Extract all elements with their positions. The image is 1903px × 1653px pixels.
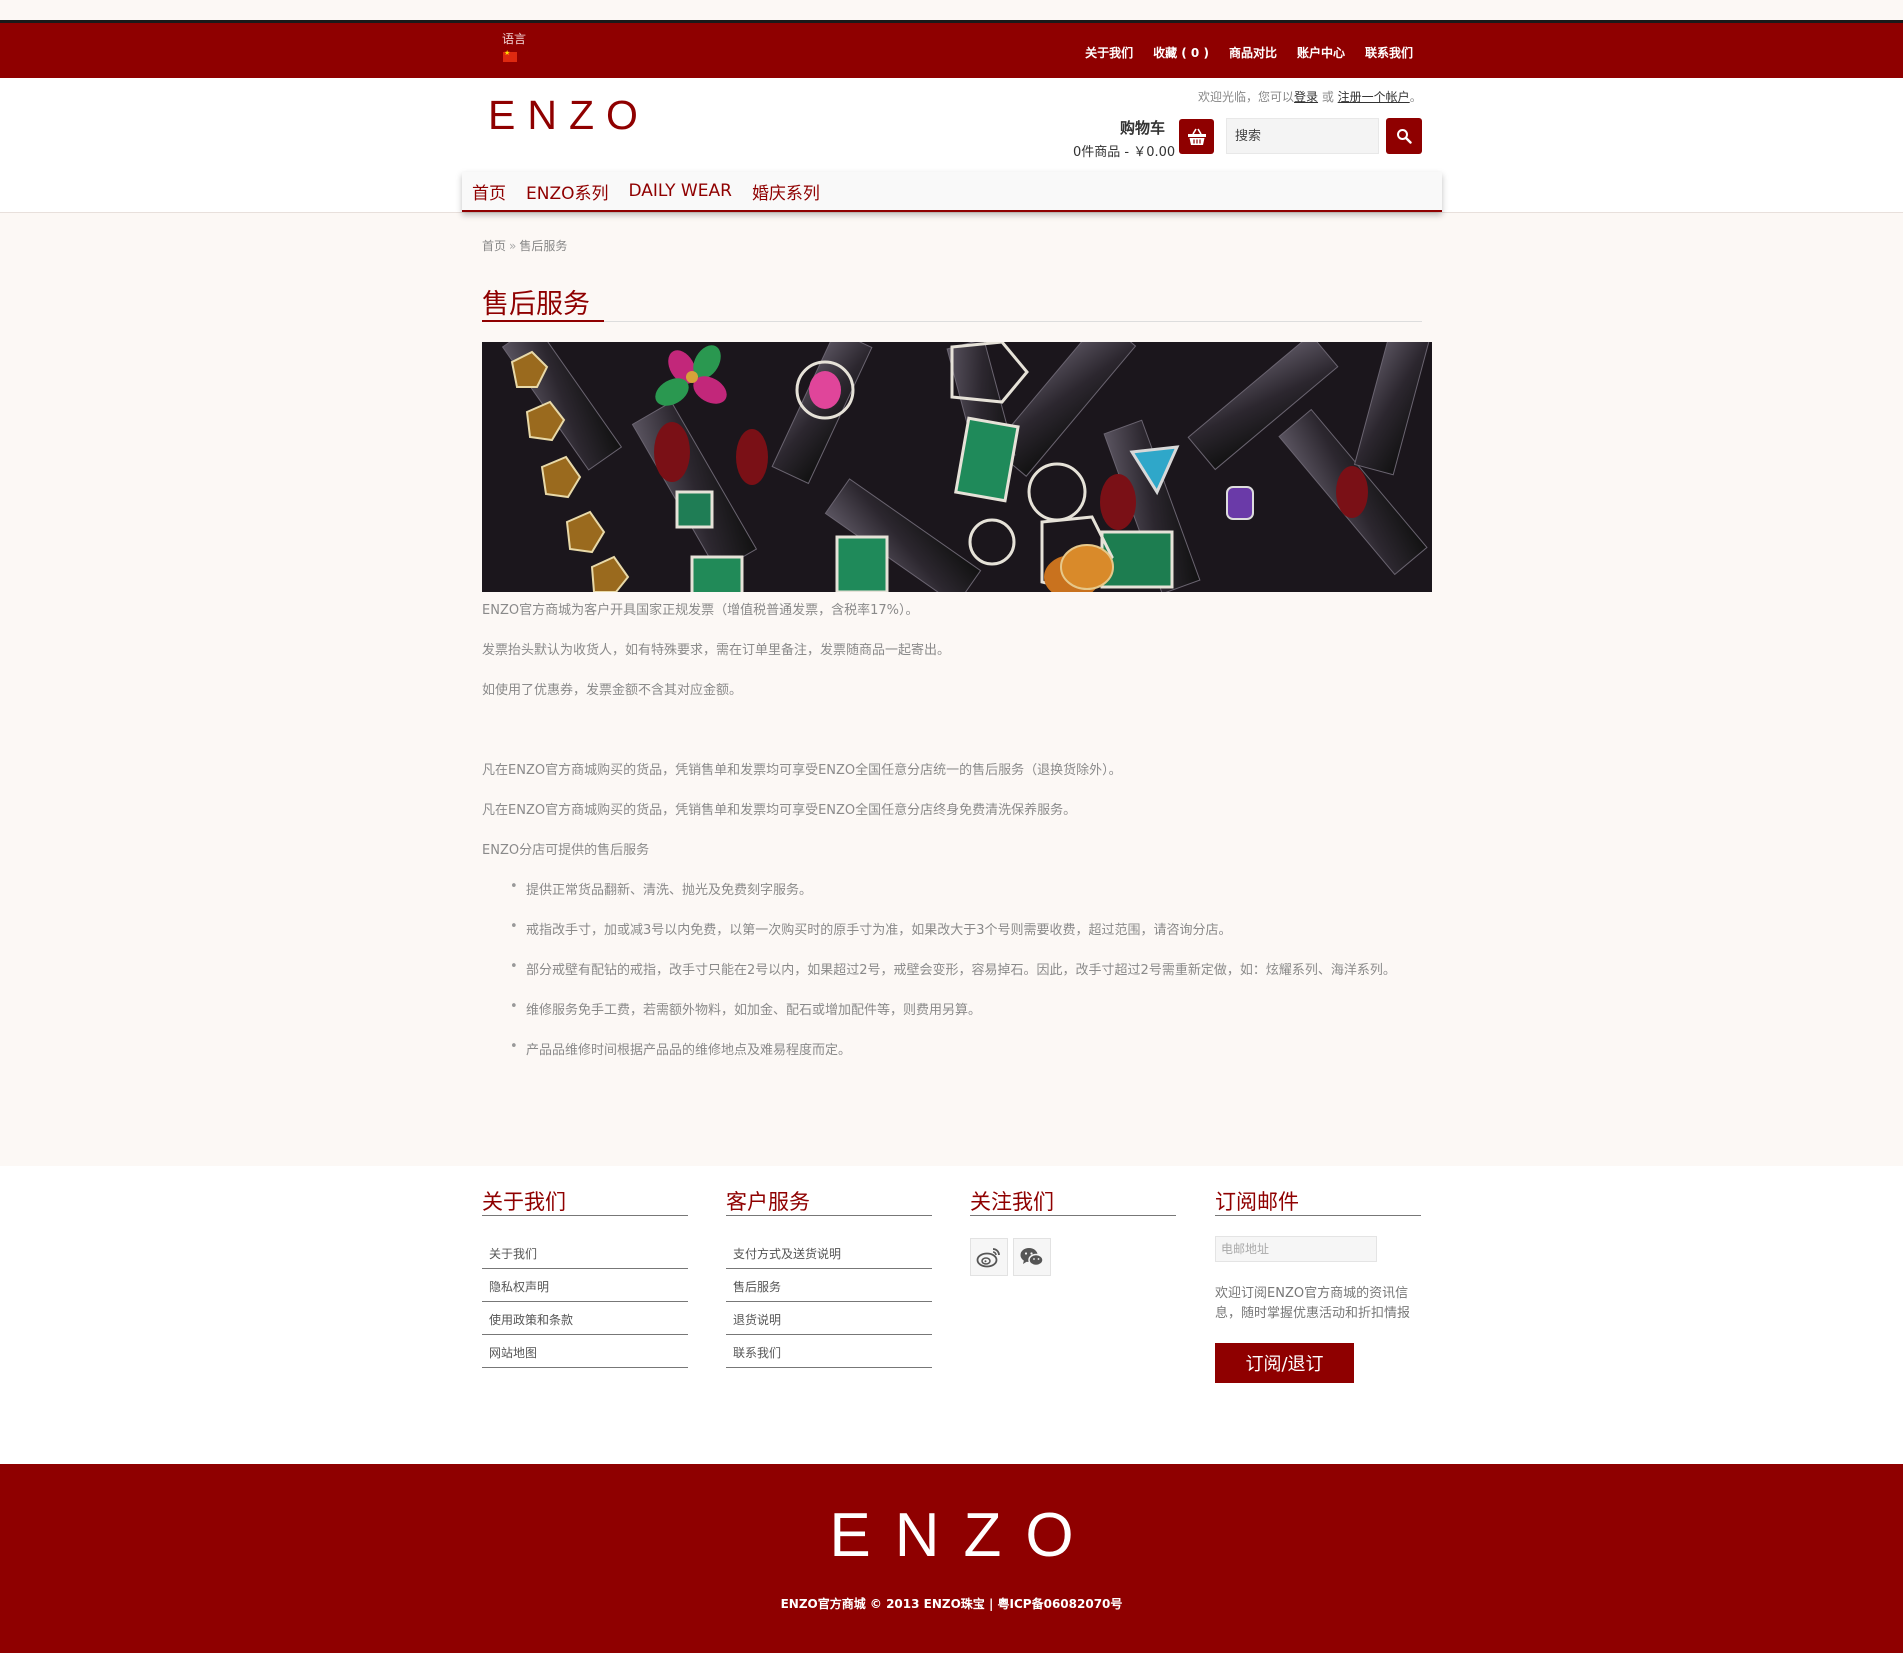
cart-title[interactable]: 购物车: [1120, 117, 1165, 138]
register-link[interactable]: 注册一个帐户: [1338, 90, 1410, 104]
cart-summary[interactable]: 0件商品 - ￥0.00: [1073, 141, 1175, 160]
footer-link-after-sales[interactable]: 售后服务: [733, 1278, 781, 1295]
welcome-or: 或: [1318, 90, 1338, 104]
footer-divider: [726, 1215, 932, 1216]
title-underline: [482, 320, 604, 322]
footer-link-returns[interactable]: 退货说明: [733, 1311, 781, 1328]
content-paragraph: ENZO分店可提供的售后服务: [482, 843, 650, 858]
footer-divider: [482, 1268, 688, 1269]
top-link-compare[interactable]: 商品对比: [1229, 44, 1277, 61]
top-link-account[interactable]: 账户中心: [1297, 44, 1345, 61]
breadcrumb-home[interactable]: 首页: [482, 239, 506, 253]
title-divider: [482, 321, 1422, 322]
weibo-icon: [976, 1248, 1000, 1268]
footer-divider: [726, 1268, 932, 1269]
footer-service-title: 客户服务: [726, 1190, 810, 1214]
wechat-button[interactable]: [1013, 1238, 1051, 1276]
nav-item-enzo-series[interactable]: ENZO系列: [526, 179, 609, 204]
footer-divider: [1215, 1215, 1421, 1216]
content-paragraph: ENZO官方商城为客户开具国家正规发票（增值税普通发票，含税率17%）。: [482, 603, 919, 618]
nav-item-home[interactable]: 首页: [472, 179, 506, 204]
search-button[interactable]: [1386, 118, 1422, 154]
footer-link-contact[interactable]: 联系我们: [733, 1344, 781, 1361]
content-paragraph: 凡在ENZO官方商城购买的货品，凭销售单和发票均可享受ENZO全国任意分店统一的…: [482, 763, 1122, 778]
footer-logo: ENZO: [829, 1501, 1098, 1570]
footer-divider: [970, 1215, 1176, 1216]
breadcrumb-current: 售后服务: [519, 239, 568, 253]
basket-icon: [1187, 128, 1206, 145]
language-label: 语言: [502, 32, 527, 46]
jewelry-banner-image: [482, 342, 1432, 592]
footer-follow-title: 关注我们: [970, 1190, 1054, 1214]
footer-divider: [482, 1334, 688, 1335]
list-item: 产品品维修时间根据产品品的维修地点及难易程度而定。: [510, 1039, 851, 1058]
content-paragraph: 发票抬头默认为收货人，如有特殊要求，需在订单里备注，发票随商品一起寄出。: [482, 643, 951, 658]
nav-item-wedding-series[interactable]: 婚庆系列: [752, 179, 820, 204]
email-field[interactable]: [1215, 1236, 1377, 1262]
footer-link-privacy[interactable]: 隐私权声明: [489, 1278, 549, 1295]
china-flag-icon[interactable]: [503, 49, 517, 62]
main-nav: 首页 ENZO系列 DAILY WEAR 婚庆系列: [462, 172, 1442, 212]
newsletter-description: 欢迎订阅ENZO官方商城的资讯信息，随时掌握优惠活动和折扣情报: [1215, 1286, 1411, 1321]
list-item: 戒指改手寸，加或减3号以内免费，以第一次购买时的原手寸为准，如果改大于3个号则需…: [510, 919, 1232, 938]
footer-divider: [726, 1301, 932, 1302]
footer-link-sitemap[interactable]: 网站地图: [489, 1344, 537, 1361]
list-item: 部分戒壁有配钻的戒指，改手寸只能在2号以内，如果超过2号，戒壁会变形，容易掉石。…: [510, 959, 1396, 978]
footer-link-terms[interactable]: 使用政策和条款: [489, 1311, 573, 1328]
banner-illustration: [482, 342, 1432, 592]
footer-about-title: 关于我们: [482, 1190, 566, 1214]
footer-links-section: [0, 1166, 1903, 1464]
breadcrumb-separator: »: [509, 239, 517, 253]
search-input[interactable]: [1226, 118, 1379, 154]
welcome-suffix: 。: [1409, 90, 1422, 104]
welcome-message: 欢迎光临，您可以登录 或 注册一个帐户。: [1198, 88, 1422, 105]
top-links: 关于我们 收藏 ( 0 ) 商品对比 账户中心 联系我们: [1085, 44, 1413, 61]
wechat-icon: [1020, 1248, 1044, 1267]
list-item: 提供正常货品翻新、清洗、抛光及免费刻字服务。: [510, 879, 812, 898]
top-link-about[interactable]: 关于我们: [1085, 44, 1133, 61]
nav-item-daily-wear[interactable]: DAILY WEAR: [629, 181, 732, 201]
top-link-contact[interactable]: 联系我们: [1365, 44, 1413, 61]
search-icon: [1397, 129, 1412, 144]
site-logo[interactable]: ENZO: [488, 92, 650, 139]
content-paragraph: 如使用了优惠券，发票金额不含其对应金额。: [482, 683, 743, 698]
cart-button[interactable]: [1179, 119, 1214, 154]
footer-newsletter-title: 订阅邮件: [1215, 1190, 1299, 1214]
subscribe-button[interactable]: 订阅/退订: [1215, 1343, 1354, 1383]
footer-divider: [726, 1334, 932, 1335]
header-divider: [0, 212, 1903, 213]
footer-link-about[interactable]: 关于我们: [489, 1245, 537, 1262]
breadcrumb: 首页» 售后服务: [482, 237, 567, 254]
footer-divider: [726, 1367, 932, 1368]
top-link-wishlist[interactable]: 收藏 ( 0 ): [1153, 44, 1209, 61]
copyright-text: ENZO官方商城 © 2013 ENZO珠宝 | 粤ICP备06082070号: [780, 1597, 1123, 1611]
footer-link-payment[interactable]: 支付方式及送货说明: [733, 1245, 841, 1262]
content-paragraph: 凡在ENZO官方商城购买的货品，凭销售单和发票均可享受ENZO全国任意分店终身免…: [482, 803, 1077, 818]
top-bar: [0, 20, 1903, 78]
welcome-prefix: 欢迎光临，您可以: [1198, 90, 1295, 104]
footer-divider: [482, 1301, 688, 1302]
login-link[interactable]: 登录: [1294, 90, 1318, 104]
footer-divider: [482, 1367, 688, 1368]
footer-divider: [482, 1215, 688, 1216]
weibo-button[interactable]: [970, 1238, 1008, 1276]
list-item: 维修服务免手工费，若需额外物料，如加金、配石或增加配件等，则费用另算。: [510, 999, 981, 1018]
page-title: 售后服务: [482, 289, 590, 320]
